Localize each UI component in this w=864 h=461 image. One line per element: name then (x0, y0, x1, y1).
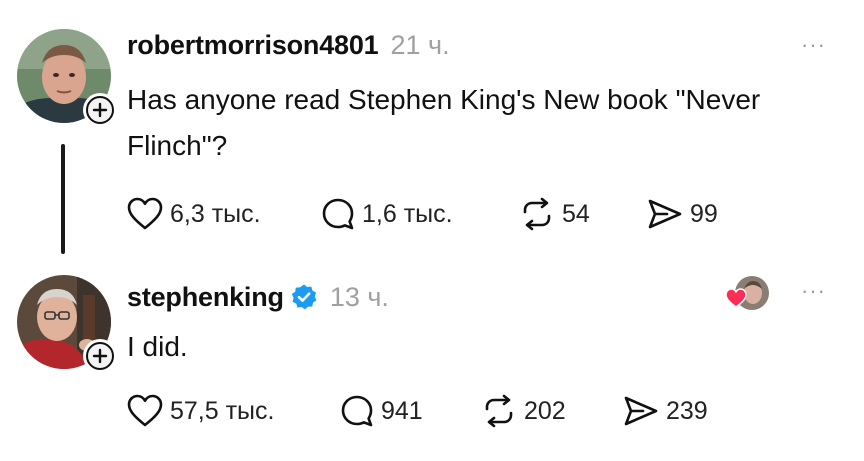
verified-badge-icon (291, 284, 317, 310)
heart-icon (127, 394, 163, 427)
thread-connector-line (61, 144, 65, 254)
follow-button[interactable] (83, 339, 117, 373)
follow-button[interactable] (83, 93, 117, 127)
post-header: stephenking 13 ч. (127, 278, 389, 313)
plus-icon (86, 96, 114, 124)
repost-button[interactable]: 54 (519, 197, 590, 231)
post-text-line: Has anyone read Stephen King's New book … (127, 84, 761, 115)
share-count: 239 (666, 396, 708, 425)
more-options-icon[interactable]: ··· (801, 32, 826, 58)
comment-bubble-icon (341, 395, 373, 427)
reply-button[interactable]: 941 (340, 394, 423, 428)
username[interactable]: robertmorrison4801 (127, 30, 379, 61)
timestamp: 13 ч. (329, 282, 389, 312)
repost-count: 54 (562, 199, 590, 228)
comment-bubble-icon (322, 198, 354, 230)
thread-post-reply: stephenking 13 ч. ··· I did. 57,5 тыс. 9… (0, 258, 864, 461)
share-button[interactable]: 99 (647, 197, 718, 231)
like-button[interactable]: 57,5 тыс. (127, 394, 274, 428)
heart-with-avatar-icon (725, 276, 769, 316)
post-header: robertmorrison4801 21 ч. (127, 30, 450, 61)
avatar-stephenking[interactable] (17, 275, 117, 373)
avatar-robertmorrison4801[interactable] (17, 29, 117, 127)
reply-count: 1,6 тыс. (362, 199, 453, 228)
username[interactable]: stephenking (127, 282, 284, 313)
post-text: Has anyone read Stephen King's New book … (127, 77, 827, 169)
plus-icon (86, 342, 114, 370)
reply-button[interactable]: 1,6 тыс. (321, 197, 453, 231)
more-options-icon[interactable]: ··· (801, 278, 826, 304)
thread-post-original: robertmorrison4801 21 ч. ··· Has anyone … (0, 0, 864, 258)
repost-icon (523, 197, 551, 231)
like-button[interactable]: 6,3 тыс. (127, 197, 261, 231)
send-icon (624, 396, 658, 426)
like-count: 6,3 тыс. (170, 199, 261, 228)
heart-icon (127, 197, 163, 230)
reply-count: 941 (381, 396, 423, 425)
timestamp: 21 ч. (390, 30, 450, 60)
post-text: I did. (127, 324, 827, 370)
share-count: 99 (690, 199, 718, 228)
repost-count: 202 (524, 396, 566, 425)
post-text-line: I did. (127, 331, 188, 362)
repost-icon (485, 394, 513, 428)
send-icon (648, 199, 682, 229)
post-text-line: Flinch"? (127, 130, 228, 161)
repost-button[interactable]: 202 (481, 394, 566, 428)
like-count: 57,5 тыс. (170, 396, 275, 425)
share-button[interactable]: 239 (623, 394, 708, 428)
heart-icon (725, 288, 747, 308)
